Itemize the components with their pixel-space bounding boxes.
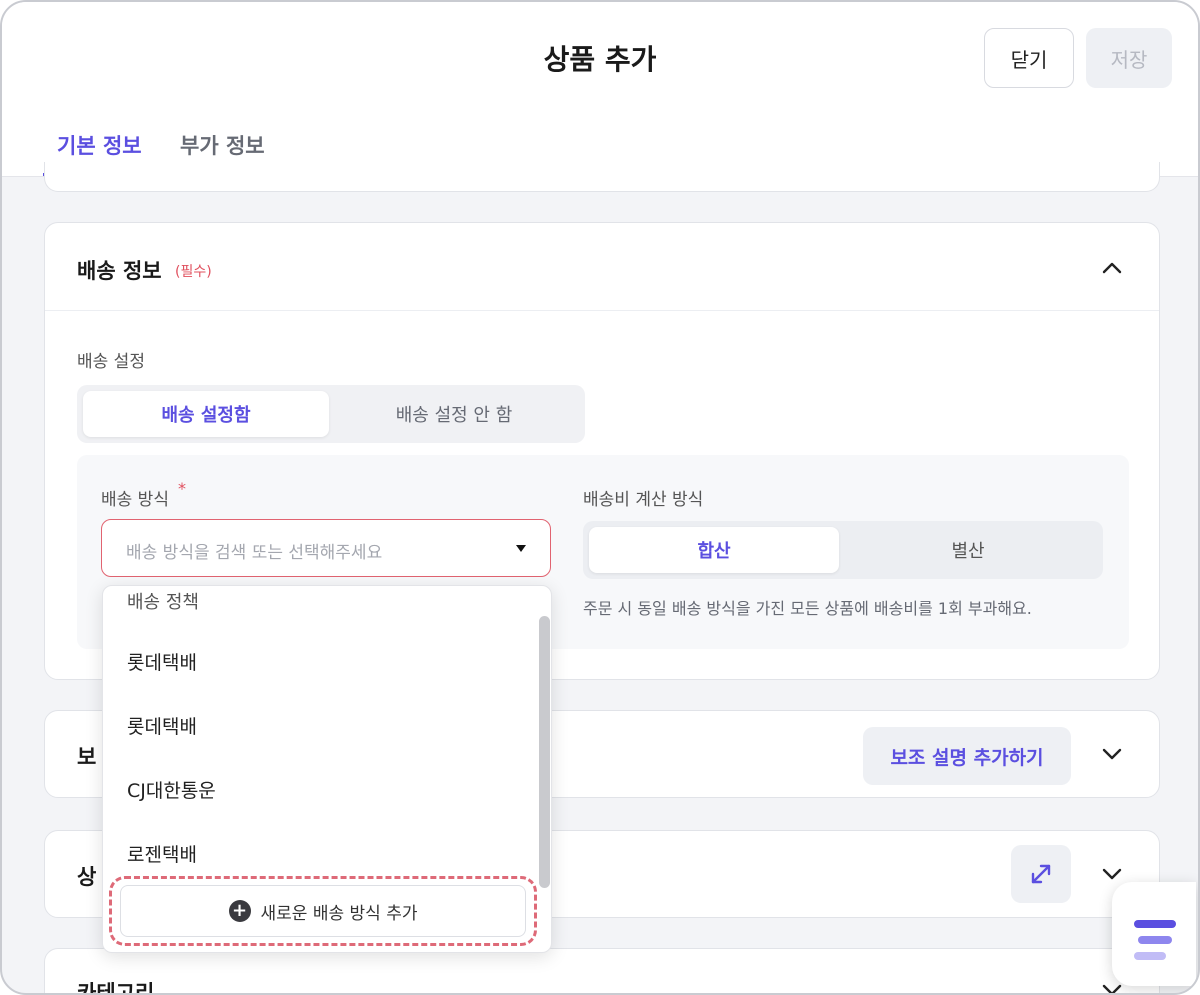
tab-extra-info[interactable]: 부가 정보 — [180, 130, 265, 160]
sub-description-title: 보 — [77, 745, 97, 769]
dropdown-option[interactable]: 롯데택배 — [127, 648, 197, 675]
add-delivery-method-button[interactable]: + 새로운 배송 방식 추가 — [120, 885, 526, 937]
tab-basic-info[interactable]: 기본 정보 — [57, 130, 142, 160]
delivery-method-select[interactable]: 배송 방식을 검색 또는 선택해주세요 — [101, 519, 551, 577]
delivery-method-dropdown: 배송 정책 롯데택배 롯데택배 CJ대한통운 로젠택배 + 새로운 배송 방식 … — [102, 585, 552, 953]
delivery-setting-label: 배송 설정 — [77, 352, 145, 372]
add-sub-description-button[interactable]: 보조 설명 추가하기 — [863, 727, 1071, 785]
delivery-section-title: 배송 정보 — [77, 259, 162, 283]
dropdown-scrollbar[interactable] — [539, 616, 550, 888]
expand-arrows-icon — [1031, 864, 1051, 884]
setting-off-option[interactable]: 배송 설정 안 함 — [329, 391, 579, 437]
expand-button[interactable] — [1011, 845, 1071, 903]
product-section-title: 상 — [77, 865, 97, 889]
dropdown-option[interactable]: CJ대한통운 — [127, 776, 216, 803]
modal-header: 상품 추가 닫기 저장 기본 정보 부가 정보 — [2, 2, 1198, 177]
chevron-down-icon[interactable] — [1101, 863, 1123, 885]
chevron-up-icon[interactable] — [1101, 257, 1123, 279]
close-button[interactable]: 닫기 — [984, 28, 1074, 88]
dropdown-option[interactable]: 롯데택배 — [127, 712, 197, 739]
delivery-card-header[interactable]: 배송 정보 (필수) — [45, 223, 1159, 311]
fee-method-toggle: 합산 별산 — [583, 521, 1103, 579]
delivery-method-label: 배송 방식 — [101, 490, 169, 510]
app-window: 상품 추가 닫기 저장 기본 정보 부가 정보 배송 정보 (필수) 배송 설정… — [0, 0, 1200, 995]
fee-description: 주문 시 동일 배송 방식을 가진 모든 상품에 배송비를 1회 부과해요. — [583, 599, 1032, 618]
add-delivery-method-label: 새로운 배송 방식 추가 — [260, 903, 418, 924]
fee-combined-option[interactable]: 합산 — [589, 527, 839, 573]
fee-method-label: 배송비 계산 방식 — [583, 490, 704, 510]
add-method-highlight: + 새로운 배송 방식 추가 — [109, 876, 537, 946]
category-title: 카테고리 — [77, 981, 155, 995]
dropdown-group-label: 배송 정책 — [127, 592, 199, 613]
category-card: 카테고리 — [44, 948, 1160, 995]
previous-section-card — [44, 162, 1160, 192]
caret-down-icon — [516, 545, 526, 552]
menu-bar — [1134, 920, 1176, 928]
menu-bar — [1138, 936, 1172, 944]
chevron-down-icon[interactable] — [1101, 743, 1123, 765]
setting-on-option[interactable]: 배송 설정함 — [83, 391, 329, 437]
fee-separate-option[interactable]: 별산 — [839, 527, 1097, 573]
dropdown-option[interactable]: 로젠택배 — [127, 840, 197, 867]
menu-bar — [1134, 952, 1166, 960]
save-button[interactable]: 저장 — [1086, 28, 1172, 88]
required-tag: (필수) — [175, 264, 212, 280]
delivery-setting-toggle: 배송 설정함 배송 설정 안 함 — [77, 385, 585, 443]
plus-circle-icon: + — [228, 900, 251, 922]
required-star: * — [178, 479, 186, 498]
menu-icon[interactable] — [1112, 882, 1196, 986]
delivery-method-placeholder: 배송 방식을 검색 또는 선택해주세요 — [126, 543, 383, 563]
